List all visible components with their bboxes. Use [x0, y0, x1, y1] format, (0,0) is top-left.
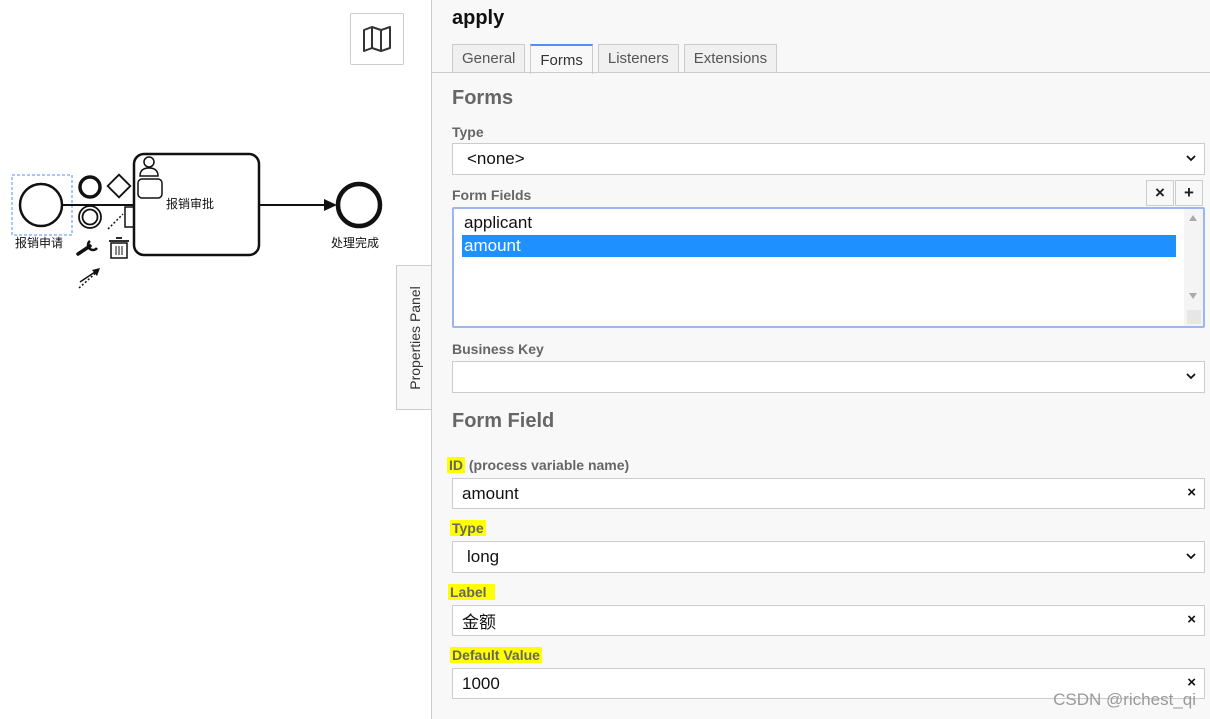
append-task-icon[interactable]	[124, 206, 136, 228]
form-fields-label: Form Fields	[452, 187, 532, 203]
remove-field-button[interactable]: ×	[1146, 180, 1174, 206]
add-field-button[interactable]: +	[1175, 180, 1203, 206]
form-type-value: <none>	[467, 149, 525, 168]
element-title: apply	[452, 7, 505, 29]
id-label-text: ID	[447, 457, 465, 473]
tab-listeners[interactable]: Listeners	[597, 44, 679, 72]
type-label: Type	[452, 124, 484, 140]
bpmn-diagram	[11, 152, 383, 289]
end-event-label: 处理完成	[331, 236, 380, 250]
forms-section-title: Forms	[452, 87, 514, 109]
default-value-label: Default Value	[450, 647, 542, 663]
label-input[interactable]: 金额 ×	[452, 605, 1205, 636]
id-label-suffix: (process variable name)	[468, 457, 630, 473]
properties-panel-toggle[interactable]: Properties Panel	[396, 265, 432, 410]
resize-grip-icon[interactable]	[1187, 310, 1201, 324]
bpmn-canvas[interactable]: 报销申请 报销审批 处理完成 Properties Panel	[0, 0, 432, 719]
append-end-event-icon[interactable]	[78, 175, 102, 199]
list-scrollbar[interactable]	[1184, 209, 1203, 326]
default-value-input-value: 1000	[462, 673, 500, 693]
minimap-toggle-button[interactable]	[350, 13, 404, 65]
scroll-up-icon[interactable]	[1189, 215, 1197, 221]
label-input-value: 金额	[462, 613, 496, 632]
properties-panel-toggle-label: Properties Panel	[406, 285, 423, 390]
user-task-label: 报销审批	[166, 197, 215, 211]
tab-divider	[432, 72, 1210, 73]
chevron-down-icon	[1186, 373, 1196, 380]
append-intermediate-event-icon[interactable]	[78, 205, 102, 229]
scroll-down-icon[interactable]	[1189, 293, 1197, 299]
list-item-amount[interactable]: amount	[462, 235, 1176, 257]
connect-icon[interactable]	[78, 268, 100, 289]
form-fields-list[interactable]: applicant amount	[452, 207, 1205, 328]
list-item-applicant[interactable]: applicant	[462, 212, 1176, 234]
wrench-icon[interactable]	[76, 244, 92, 256]
map-icon	[363, 26, 391, 52]
chevron-down-icon	[1186, 155, 1196, 162]
id-input-value: amount	[462, 483, 519, 503]
business-key-label: Business Key	[452, 341, 544, 357]
end-event[interactable]	[335, 181, 383, 229]
start-event-label: 报销申请	[15, 236, 64, 250]
form-field-section-title: Form Field	[452, 410, 555, 432]
id-input[interactable]: amount ×	[452, 478, 1205, 509]
form-type-select[interactable]: <none>	[452, 143, 1205, 175]
id-label: ID (process variable name)	[447, 457, 629, 473]
delete-icon[interactable]	[109, 237, 129, 259]
field-type-label: Type	[450, 520, 486, 536]
append-gateway-icon[interactable]	[106, 173, 132, 199]
tab-forms[interactable]: Forms	[530, 44, 593, 74]
tab-general[interactable]: General	[452, 44, 526, 72]
watermark: CSDN @richest_qi	[1053, 690, 1196, 709]
clear-id-icon[interactable]: ×	[1187, 484, 1196, 501]
text-annotation-icon[interactable]	[107, 213, 124, 230]
properties-panel: apply General Forms Listeners Extensions…	[431, 0, 1210, 719]
user-icon	[139, 156, 159, 177]
clear-label-icon[interactable]: ×	[1187, 611, 1196, 628]
default-value-label-text: Default Value	[450, 647, 542, 663]
field-type-label-text: Type	[450, 520, 486, 536]
label-label: Label	[448, 584, 495, 600]
field-type-value: long	[467, 547, 500, 566]
start-event[interactable]	[18, 182, 64, 228]
tab-extensions[interactable]: Extensions	[683, 44, 778, 72]
clear-default-value-icon[interactable]: ×	[1187, 674, 1196, 691]
tab-bar: General Forms Listeners Extensions	[452, 44, 778, 74]
label-label-text: Label	[448, 584, 495, 600]
business-key-select[interactable]	[452, 361, 1205, 393]
chevron-down-icon	[1186, 553, 1196, 560]
field-type-select[interactable]: long	[452, 541, 1205, 573]
